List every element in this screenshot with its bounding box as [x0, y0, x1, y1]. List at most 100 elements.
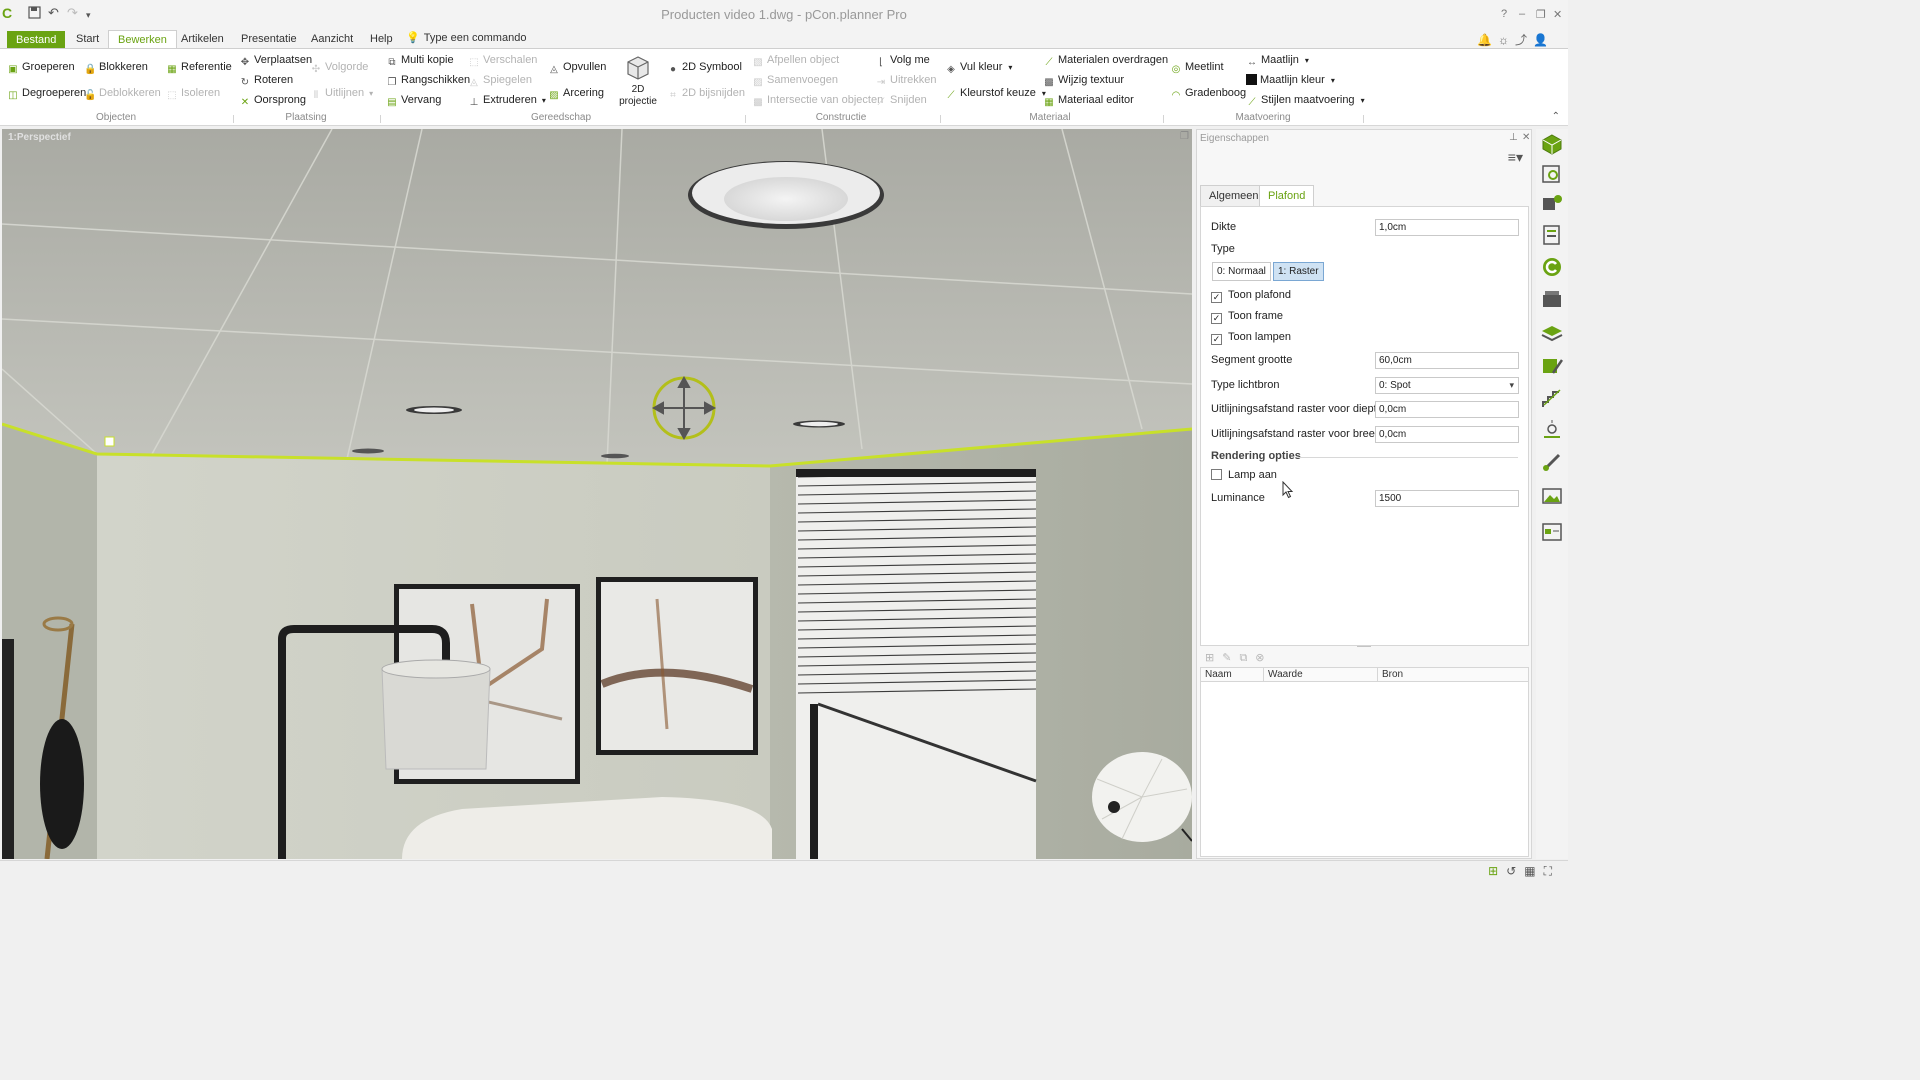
catalog-cube-icon[interactable]	[1541, 133, 1563, 155]
article-list-icon[interactable]	[1541, 224, 1563, 246]
wijzig-textuur-button[interactable]: ▩ Wijzig textuur	[1043, 72, 1124, 88]
close-panel-icon[interactable]: ✕	[1522, 132, 1530, 143]
notification-icon[interactable]: 🔔	[1477, 33, 1498, 47]
pcon-logo-icon[interactable]	[1541, 256, 1563, 278]
3d-viewport[interactable]: 1:Perspectief ❐	[2, 129, 1192, 859]
materialen-overdragen-button[interactable]: ⟋ Materialen overdragen	[1043, 52, 1169, 68]
rangschikken-button[interactable]: ❐ Rangschikken	[386, 72, 471, 88]
user-icon[interactable]: 👤	[1533, 33, 1554, 47]
layers-icon[interactable]	[1541, 323, 1563, 345]
rotation-icon[interactable]: ↺	[1506, 864, 1524, 878]
snijden-button[interactable]: ⟋ Snijden	[875, 92, 927, 108]
tab-help[interactable]: Help	[361, 30, 402, 48]
tab-plafond[interactable]: Plafond	[1259, 185, 1315, 207]
column-header-waarde[interactable]: Waarde	[1264, 668, 1378, 682]
2d-projectie-button[interactable]: 2D projectie	[616, 55, 660, 108]
tab-bewerken[interactable]: Bewerken	[108, 30, 177, 49]
panel-menu-icon[interactable]: ≡▾	[1508, 149, 1523, 166]
spiegelen-button[interactable]: ◬ Spiegelen	[468, 72, 532, 88]
uitrekken-button[interactable]: ⇥ Uitrekken	[875, 72, 937, 88]
copy-property-icon[interactable]: ⧉	[1239, 652, 1255, 664]
opvullen-button[interactable]: ◬ Opvullen	[548, 59, 606, 75]
type-lichtbron-select[interactable]: 0: Spot	[1375, 377, 1519, 394]
collapse-ribbon-icon[interactable]: ⌃	[1552, 111, 1560, 122]
tab-artikelen[interactable]: Artikelen	[172, 30, 233, 48]
dikte-input[interactable]: 1,0cm	[1375, 219, 1519, 236]
splitter-handle[interactable]	[1357, 646, 1371, 647]
material-brush-icon[interactable]	[1541, 355, 1563, 377]
segment-grootte-input[interactable]: 60,0cm	[1375, 352, 1519, 369]
command-input[interactable]: 💡 Type een commando	[406, 31, 526, 44]
stairs-icon[interactable]	[1541, 387, 1563, 409]
verplaatsen-button[interactable]: ✥ Verplaatsen	[239, 52, 312, 68]
luminance-input[interactable]: 1500	[1375, 490, 1519, 507]
add-property-icon[interactable]: ⊞	[1205, 652, 1222, 664]
meetlint-button[interactable]: ◎ Meetlint	[1170, 59, 1224, 75]
tab-aanzicht[interactable]: Aanzicht	[302, 30, 362, 48]
article-info-icon[interactable]	[1541, 192, 1563, 214]
light-icon[interactable]	[1541, 419, 1563, 441]
toon-lampen-checkbox[interactable]: ✓ Toon lampen	[1211, 331, 1291, 345]
tab-algemeen[interactable]: Algemeen	[1200, 185, 1268, 207]
roteren-button[interactable]: ↻ Roteren	[239, 72, 293, 88]
restore-button[interactable]: ❐	[1536, 8, 1546, 21]
share-icon[interactable]: ⤴	[1515, 33, 1533, 47]
type-raster-option[interactable]: 1: Raster	[1273, 262, 1324, 281]
kleurstof-keuze-button[interactable]: ⟋ Kleurstof keuze ▾	[945, 85, 1046, 101]
maximize-viewport-icon[interactable]: ❐	[1180, 131, 1189, 142]
samenvoegen-button[interactable]: ▨ Samenvoegen	[752, 72, 838, 88]
fullscreen-icon[interactable]: ⛶	[1544, 864, 1560, 878]
uitlijning-breedte-input[interactable]: 0,0cm	[1375, 426, 1519, 443]
arcering-button[interactable]: ▨ Arcering	[548, 85, 604, 101]
vervang-button[interactable]: ▤ Vervang	[386, 92, 441, 108]
tab-bestand[interactable]: Bestand	[7, 31, 66, 48]
sun-icon[interactable]: ☼	[1498, 33, 1515, 47]
toon-plafond-checkbox[interactable]: ✓ Toon plafond	[1211, 289, 1291, 303]
snap-icon[interactable]: ⊞	[1488, 864, 1506, 878]
toon-frame-checkbox[interactable]: ✓ Toon frame	[1211, 310, 1283, 324]
image-render-icon[interactable]	[1541, 485, 1563, 507]
type-normaal-option[interactable]: 0: Normaal	[1212, 262, 1271, 281]
minimize-button[interactable]: –	[1519, 8, 1525, 20]
maatlijn-button[interactable]: ↔ Maatlijn ▾	[1246, 52, 1309, 68]
2d-bijsnijden-button[interactable]: ⌗ 2D bijsnijden	[667, 85, 745, 101]
gradenboog-button[interactable]: ◠ Gradenboog	[1170, 85, 1247, 101]
groeperen-button[interactable]: ▣ Groeperen	[7, 59, 74, 75]
viewport-label[interactable]: 1:Perspectief	[8, 132, 71, 143]
isoleren-button[interactable]: ⬚ Isoleren	[166, 85, 220, 101]
paint-brush-icon[interactable]	[1541, 451, 1563, 473]
storage-box-icon[interactable]	[1541, 288, 1563, 310]
afpellen-button[interactable]: ▧ Afpellen object	[752, 52, 839, 68]
tab-start[interactable]: Start	[67, 30, 108, 48]
help-button[interactable]: ?	[1501, 8, 1507, 20]
intersectie-button[interactable]: ▩ Intersectie van objecten	[752, 92, 883, 108]
column-header-naam[interactable]: Naam	[1201, 668, 1264, 682]
remove-property-icon[interactable]: ⊗	[1255, 652, 1272, 664]
materiaal-editor-button[interactable]: ▦ Materiaal editor	[1043, 92, 1134, 108]
layout-sheet-icon[interactable]	[1541, 521, 1563, 543]
extruderen-button[interactable]: ⊥ Extruderen ▾	[468, 92, 546, 108]
referentie-button[interactable]: ▦ Referentie	[166, 59, 232, 75]
lamp-aan-checkbox[interactable]: Lamp aan	[1211, 469, 1277, 481]
2d-symbool-button[interactable]: ● 2D Symbool	[667, 59, 742, 75]
search-catalog-icon[interactable]	[1541, 163, 1563, 185]
verschalen-button[interactable]: ⬚ Verschalen	[468, 52, 537, 68]
multi-kopie-button[interactable]: ⧉ Multi kopie	[386, 52, 453, 68]
uitlijning-diepte-input[interactable]: 0,0cm	[1375, 401, 1519, 418]
oorsprong-button[interactable]: ✕ Oorsprong	[239, 92, 306, 108]
tab-presentatie[interactable]: Presentatie	[232, 30, 306, 48]
degroeperen-button[interactable]: ◫ Degroeperen	[7, 85, 86, 101]
vul-kleur-button[interactable]: ◈ Vul kleur ▾	[945, 59, 1012, 75]
blokkeren-button[interactable]: 🔒 Blokkeren	[84, 59, 148, 75]
uitlijnen-button[interactable]: ⫴ Uitlijnen ▾	[310, 85, 373, 101]
pin-icon[interactable]: ⊥	[1509, 132, 1518, 143]
volgorde-button[interactable]: ✣ Volgorde	[310, 59, 369, 75]
column-header-bron[interactable]: Bron	[1378, 668, 1528, 682]
deblokkeren-button[interactable]: 🔓 Deblokkeren	[84, 85, 161, 101]
close-window-button[interactable]: ✕	[1553, 8, 1562, 21]
volg-me-button[interactable]: ⌊ Volg me	[875, 52, 930, 68]
stijlen-maatvoering-button[interactable]: ⟋ Stijlen maatvoering ▾	[1246, 92, 1365, 108]
grid-icon[interactable]: ▦	[1524, 864, 1543, 878]
maatlijn-kleur-button[interactable]: Maatlijn kleur ▾	[1246, 72, 1335, 88]
edit-property-icon[interactable]: ✎	[1222, 652, 1239, 664]
